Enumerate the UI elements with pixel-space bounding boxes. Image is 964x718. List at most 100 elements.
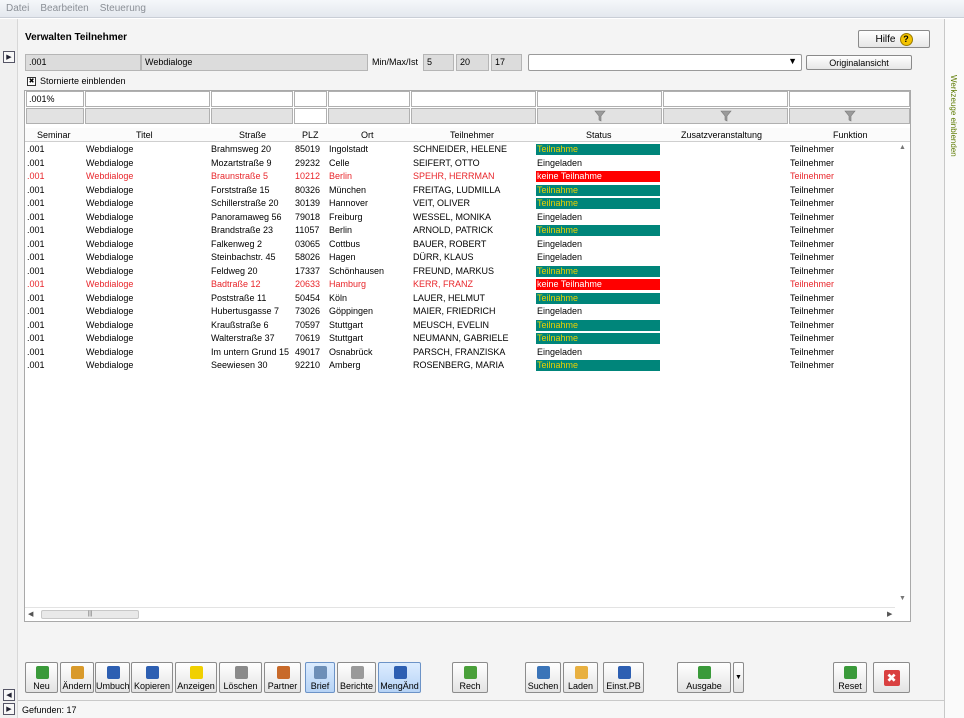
cell-funktion: Teilnehmer <box>790 184 835 195</box>
filter-op-seminar[interactable] <box>26 108 84 124</box>
umbuch-button[interactable]: Umbuch <box>95 662 130 693</box>
mengaend-button[interactable]: MengÄnd <box>378 662 421 693</box>
aendern-label: Ändern <box>62 681 92 691</box>
horizontal-scroll-thumb[interactable]: ||| <box>41 610 139 619</box>
reset-button[interactable]: Reset <box>833 662 867 693</box>
export-icon <box>698 666 711 679</box>
col-strasse[interactable]: Straße <box>239 130 266 140</box>
cell-funktion: Teilnehmer <box>790 157 835 168</box>
kopieren-button[interactable]: Kopieren <box>131 662 173 693</box>
show-cancelled-checkbox[interactable]: ✖ <box>27 76 36 86</box>
col-zusatzveranstaltung[interactable]: Zusatzveranstaltung <box>681 130 762 140</box>
scroll-left-icon[interactable]: ◀ <box>28 610 33 618</box>
col-ort[interactable]: Ort <box>361 130 374 140</box>
partner-button[interactable]: Partner <box>264 662 301 693</box>
collapse-left-icon[interactable]: ◀ <box>3 689 15 701</box>
brief-button[interactable]: Brief <box>305 662 335 693</box>
table-row[interactable]: .001 Webdialoge Panoramaweg 56 79018 Freibur… <box>25 211 895 225</box>
cell-plz: 29232 <box>295 157 321 168</box>
original-view-button[interactable]: Originalansicht <box>806 55 912 70</box>
filter-strasse[interactable] <box>211 91 293 107</box>
filter-op-funktion[interactable] <box>789 108 910 124</box>
table-row[interactable]: .001 Webdialoge Seewiesen 30 92210 Amberg ROS… <box>25 359 895 373</box>
tools-panel-label[interactable]: Werkzeuge einblenden <box>949 75 958 157</box>
filter-plz[interactable] <box>294 91 327 107</box>
table-row[interactable]: .001 Webdialoge Walterstraße 37 70619 Stuttg… <box>25 332 895 346</box>
filter-funktion[interactable] <box>789 91 910 107</box>
ausgabe-button[interactable]: Ausgabe ▼ <box>677 662 744 693</box>
table-row[interactable]: .001 Webdialoge Brandstraße 23 11057 Berlin A… <box>25 224 895 238</box>
filter-titel[interactable] <box>85 91 210 107</box>
right-tools-panel[interactable]: Werkzeuge einblenden <box>944 19 964 718</box>
einst-pb-button[interactable]: Einst.PB <box>603 662 644 693</box>
col-seminar[interactable]: Seminar <box>37 130 71 140</box>
cell-titel: Webdialoge <box>86 211 134 222</box>
loeschen-button[interactable]: Löschen <box>219 662 262 693</box>
table-row[interactable]: .001 Webdialoge Forststraße 15 80326 München… <box>25 184 895 198</box>
filter-op-teilnehmer[interactable] <box>411 108 536 124</box>
filter-ort[interactable] <box>328 91 410 107</box>
filter-seminar[interactable]: .001% <box>26 91 84 107</box>
filter-op-titel[interactable] <box>85 108 210 124</box>
menu-steuerung[interactable]: Steuerung <box>95 3 151 14</box>
table-row[interactable]: .001 Webdialoge Mozartstraße 9 29232 Celle SE… <box>25 157 895 171</box>
col-titel[interactable]: Titel <box>136 130 153 140</box>
scroll-up-icon[interactable]: ▲ <box>899 144 906 151</box>
col-teilnehmer[interactable]: Teilnehmer <box>450 130 494 140</box>
ausgabe-dropdown-icon[interactable]: ▼ <box>733 662 744 693</box>
berichte-button[interactable]: Berichte <box>337 662 376 693</box>
table-row[interactable]: .001 Webdialoge Steinbachstr. 45 58026 Hagen… <box>25 251 895 265</box>
col-status[interactable]: Status <box>586 130 612 140</box>
menu-datei[interactable]: Datei <box>1 3 34 14</box>
cell-seminar: .001 <box>27 157 45 168</box>
filter-op-status[interactable] <box>537 108 662 124</box>
table-row[interactable]: .001 Webdialoge Braunstraße 5 10212 Berlin SP… <box>25 170 895 184</box>
expand-arrow-icon[interactable]: ▶ <box>3 51 15 63</box>
cell-plz: 70619 <box>295 333 321 343</box>
aendern-button[interactable]: Ändern <box>60 662 94 693</box>
filter-op-zusatz[interactable] <box>663 108 788 124</box>
cell-strasse: Mozartstraße 9 <box>211 157 272 168</box>
trash-icon <box>234 666 248 679</box>
table-row[interactable]: .001 Webdialoge Schillerstraße 20 30139 Hann… <box>25 197 895 211</box>
laden-button[interactable]: Laden <box>563 662 598 693</box>
col-funktion[interactable]: Funktion <box>833 130 868 140</box>
filter-teilnehmer[interactable] <box>411 91 536 107</box>
cell-titel: Webdialoge <box>86 171 134 181</box>
vertical-scrollbar[interactable]: ▲ ▼ <box>896 143 910 605</box>
view-select[interactable]: ▼ <box>528 54 802 71</box>
table-row[interactable]: .001 Webdialoge Badtraße 12 20633 Hamburg KER… <box>25 278 895 292</box>
anzeigen-button[interactable]: Anzeigen <box>175 662 217 693</box>
table-row[interactable]: .001 Webdialoge Feldweg 20 17337 Schönhausen… <box>25 265 895 279</box>
table-row[interactable]: .001 Webdialoge Hubertusgasse 7 73026 Göppin… <box>25 305 895 319</box>
filter-funnel-icon[interactable] <box>844 110 856 122</box>
table-row[interactable]: .001 Webdialoge Kraußstraße 6 70597 Stuttgar… <box>25 319 895 333</box>
rech-button[interactable]: Rech <box>452 662 488 693</box>
horizontal-scrollbar[interactable]: ◀ ||| ▶ <box>25 607 895 621</box>
filter-funnel-icon[interactable] <box>720 110 732 122</box>
table-row[interactable]: .001 Webdialoge Brahmsweg 20 85019 Ingolstad… <box>25 143 895 157</box>
filter-funnel-icon[interactable] <box>594 110 606 122</box>
filter-op-strasse[interactable] <box>211 108 293 124</box>
scroll-down-icon[interactable]: ▼ <box>899 595 906 602</box>
table-row[interactable]: .001 Webdialoge Im untern Grund 15 49017 Osn… <box>25 346 895 360</box>
cell-ort: Hamburg <box>329 279 367 289</box>
menu-bearbeiten[interactable]: Bearbeiten <box>35 3 93 14</box>
filter-status[interactable] <box>537 91 662 107</box>
cell-ort: Celle <box>329 157 350 168</box>
neu-button[interactable]: Neu <box>25 662 58 693</box>
suchen-button[interactable]: Suchen <box>525 662 561 693</box>
filter-zusatz[interactable] <box>663 91 788 107</box>
col-plz[interactable]: PLZ <box>302 130 319 140</box>
expand-right-icon[interactable]: ▶ <box>3 703 15 715</box>
filter-op-plz[interactable] <box>294 108 327 124</box>
list-edit-icon <box>393 666 407 679</box>
filter-op-ort[interactable] <box>328 108 410 124</box>
show-cancelled-option[interactable]: ✖ Stornierte einblenden <box>27 76 126 86</box>
table-row[interactable]: .001 Webdialoge Falkenweg 2 03065 Cottbus BAU… <box>25 238 895 252</box>
table-row[interactable]: .001 Webdialoge Poststraße 11 50454 Köln LAUE… <box>25 292 895 306</box>
close-button[interactable]: ✖ <box>873 662 910 693</box>
scroll-right-icon[interactable]: ▶ <box>887 610 892 618</box>
cell-titel: Webdialoge <box>86 238 134 249</box>
help-button[interactable]: Hilfe ? <box>858 30 930 48</box>
